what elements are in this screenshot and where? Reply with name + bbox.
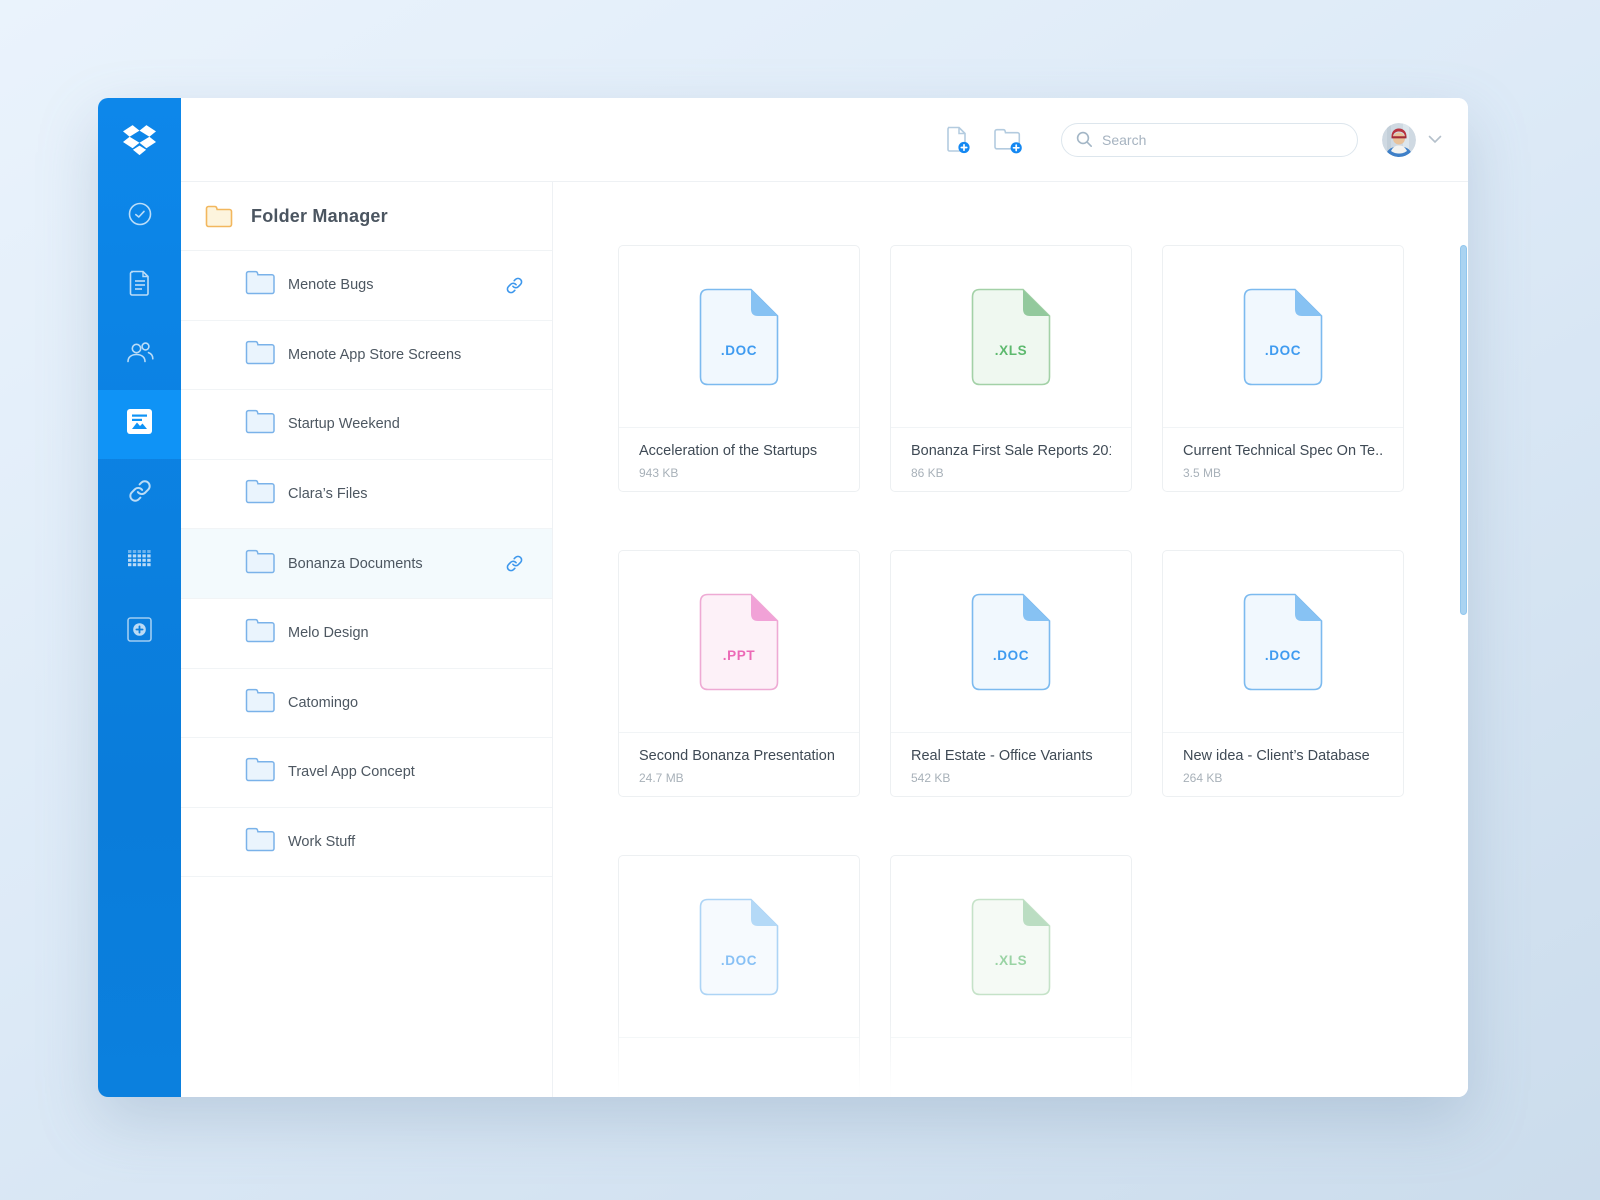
file-size: 86 KB (911, 466, 1111, 480)
svg-text:.DOC: .DOC (1265, 648, 1301, 663)
folder-icon (245, 409, 276, 439)
file-name: Second Bonanza Presentation (639, 748, 839, 764)
folder-name: Catomingo (288, 695, 358, 711)
file-card[interactable]: .DOC Current Technical Spec On Te... 3.5… (1162, 245, 1404, 492)
file-name: Acceleration of the Startups (639, 443, 839, 459)
folder-icon (245, 618, 276, 648)
calendar-grid-icon (127, 549, 153, 576)
article-icon (126, 408, 153, 440)
folder-row[interactable]: Travel App Concept (181, 738, 552, 808)
xls-file-icon: .XLS (971, 288, 1051, 386)
sidebar-item-team[interactable] (98, 320, 181, 389)
folder-name: Startup Weekend (288, 416, 400, 432)
folder-name: Clara’s Files (288, 486, 368, 502)
app-window: Folder Manager Menote Bugs Menote App St… (98, 98, 1468, 1097)
doc-file-icon: .DOC (699, 288, 779, 386)
file-card[interactable]: .XLS (890, 855, 1132, 1097)
folder-row[interactable]: Menote Bugs (181, 251, 552, 321)
folder-row[interactable]: Clara’s Files (181, 460, 552, 530)
doc-file-icon: .DOC (971, 593, 1051, 691)
file-size: 3.5 MB (1183, 466, 1383, 480)
doc-file-icon: .DOC (1243, 288, 1323, 386)
file-size: 943 KB (639, 466, 839, 480)
folder-icon (245, 340, 276, 370)
file-grid: .DOC Acceleration of the Startups 943 KB… (618, 245, 1404, 1097)
file-card[interactable]: .DOC Real Estate - Office Variants 542 K… (890, 550, 1132, 797)
folder-name: Menote App Store Screens (288, 347, 461, 363)
folder-row[interactable]: Menote App Store Screens (181, 321, 552, 391)
doc-file-icon: .DOC (699, 898, 779, 996)
search-icon (1076, 131, 1093, 148)
folder-row-selected[interactable]: Bonanza Documents (181, 529, 552, 599)
folder-name: Work Stuff (288, 834, 355, 850)
file-name: Real Estate - Office Variants (911, 748, 1111, 764)
svg-text:.XLS: .XLS (995, 343, 1027, 358)
sidebar-item-documents[interactable] (98, 251, 181, 320)
sidebar-item-recents[interactable] (98, 182, 181, 251)
folder-icon (245, 757, 276, 787)
folder-row[interactable]: Work Stuff (181, 808, 552, 878)
document-icon (128, 270, 152, 301)
folder-row[interactable]: Melo Design (181, 599, 552, 669)
add-widget-icon (127, 617, 152, 647)
folder-name: Bonanza Documents (288, 556, 423, 572)
search-input[interactable] (1102, 132, 1343, 148)
sidebar-item-files-active[interactable] (98, 390, 181, 459)
users-icon (125, 340, 155, 369)
xls-file-icon: .XLS (971, 898, 1051, 996)
file-size: 24.7 MB (639, 771, 839, 785)
folder-name: Menote Bugs (288, 277, 373, 293)
file-name: New idea - Client’s Database (1183, 748, 1383, 764)
svg-text:.DOC: .DOC (721, 953, 757, 968)
folder-icon (245, 479, 276, 509)
new-file-button[interactable] (945, 125, 971, 154)
svg-text:.DOC: .DOC (993, 648, 1029, 663)
doc-file-icon: .DOC (1243, 593, 1323, 691)
shared-link-icon[interactable] (505, 554, 524, 573)
folder-manager-icon (205, 205, 233, 228)
scrollbar-thumb[interactable] (1460, 245, 1467, 615)
svg-text:.PPT: .PPT (723, 648, 756, 663)
folder-icon (245, 688, 276, 718)
folder-name: Travel App Concept (288, 764, 415, 780)
file-name: Bonanza First Sale Reports 2017 (911, 443, 1111, 459)
clock-icon (127, 201, 153, 232)
folder-row[interactable]: Startup Weekend (181, 390, 552, 460)
shared-link-icon[interactable] (505, 276, 524, 295)
search-box[interactable] (1061, 123, 1358, 157)
ppt-file-icon: .PPT (699, 593, 779, 691)
file-size: 264 KB (1183, 771, 1383, 785)
file-size: 542 KB (911, 771, 1111, 785)
file-card[interactable]: .XLS Bonanza First Sale Reports 2017 86 … (890, 245, 1132, 492)
topbar (181, 98, 1468, 182)
file-card[interactable]: .DOC New idea - Client’s Database 264 KB (1162, 550, 1404, 797)
sidebar-item-links[interactable] (98, 459, 181, 528)
svg-text:.DOC: .DOC (721, 343, 757, 358)
folder-name: Melo Design (288, 625, 369, 641)
new-folder-button[interactable] (993, 126, 1023, 154)
sidebar-item-add-app[interactable] (98, 597, 181, 666)
svg-text:.DOC: .DOC (1265, 343, 1301, 358)
folder-icon (245, 270, 276, 300)
sidebar (98, 98, 181, 1097)
folder-icon (245, 549, 276, 579)
sidebar-item-calendar[interactable] (98, 528, 181, 597)
file-name: Current Technical Spec On Te... (1183, 443, 1383, 459)
account-menu-chevron[interactable] (1428, 135, 1442, 144)
file-card[interactable]: .DOC Acceleration of the Startups 943 KB (618, 245, 860, 492)
page-title: Folder Manager (251, 206, 388, 227)
folder-row[interactable]: Catomingo (181, 669, 552, 739)
chain-link-icon (127, 478, 153, 509)
file-card[interactable]: .DOC (618, 855, 860, 1097)
folder-panel-header: Folder Manager (181, 182, 552, 251)
svg-text:.XLS: .XLS (995, 953, 1027, 968)
file-grid-area: .DOC Acceleration of the Startups 943 KB… (553, 182, 1468, 1097)
dropbox-logo[interactable] (98, 98, 181, 182)
file-card[interactable]: .PPT Second Bonanza Presentation 24.7 MB (618, 550, 860, 797)
folder-panel: Folder Manager Menote Bugs Menote App St… (181, 182, 553, 1097)
folder-icon (245, 827, 276, 857)
avatar[interactable] (1382, 123, 1416, 157)
